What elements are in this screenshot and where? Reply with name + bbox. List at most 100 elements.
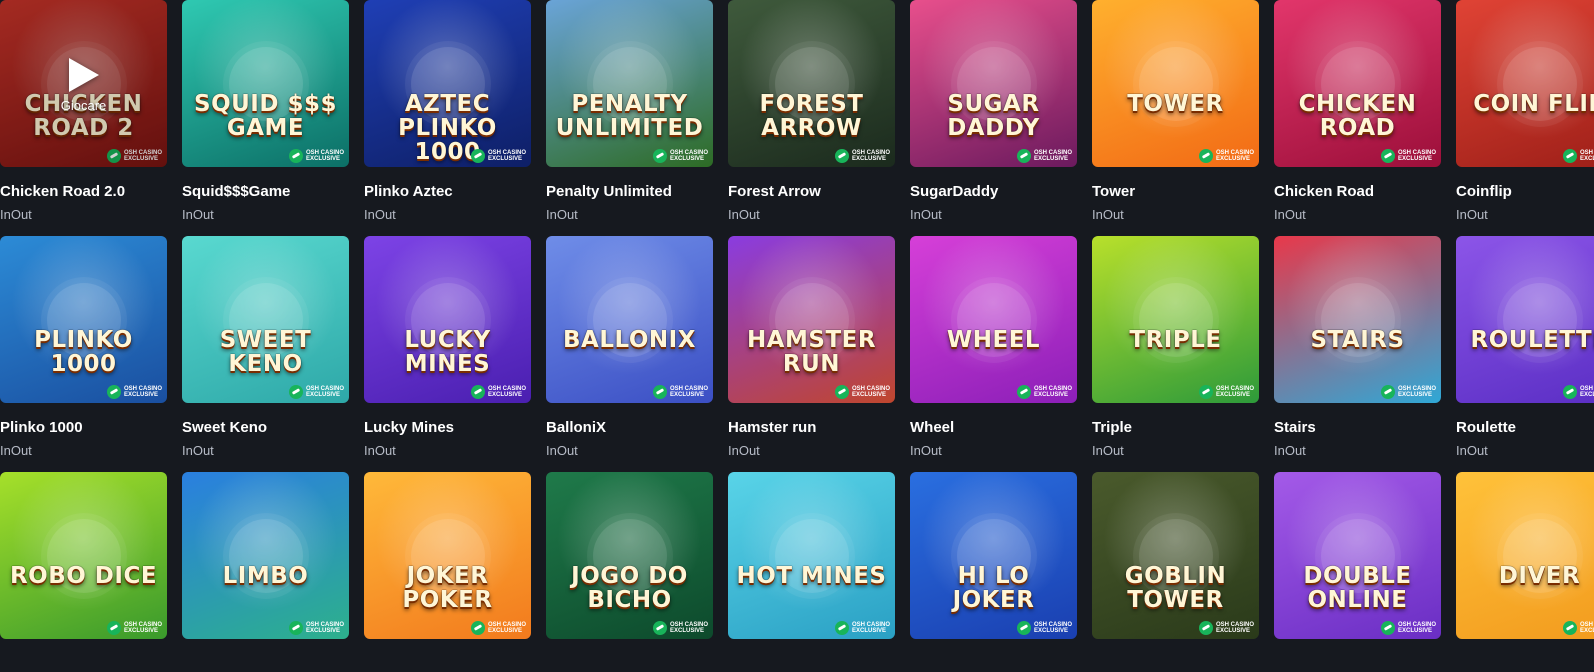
game-title[interactable]: Coinflip <box>1456 183 1594 201</box>
game-thumbnail[interactable]: Triple OSH CASINO EXCLUSIVE <box>1092 236 1259 403</box>
badge-label: OSH CASINO EXCLUSIVE <box>1579 386 1594 398</box>
game-logo-text: Tower <box>1127 91 1224 117</box>
game-thumbnail[interactable]: Tower OSH CASINO EXCLUSIVE <box>1092 0 1259 167</box>
game-card[interactable]: Forest Arrow OSH CASINO EXCLUSIVE Forest A… <box>728 0 895 222</box>
game-thumbnail[interactable]: Hot Mines OSH CASINO EXCLUSIVE <box>728 472 895 639</box>
game-card[interactable]: Coin Flip OSH CASINO EXCLUSIVE Coinflip InO… <box>1456 0 1594 222</box>
exclusive-badge: OSH CASINO EXCLUSIVE <box>288 149 344 163</box>
game-title[interactable]: Stairs <box>1274 419 1441 437</box>
game-card[interactable]: Double Online OSH CASINO EXCLUSIVE <box>1274 472 1441 655</box>
game-card[interactable]: Robo Dice OSH CASINO EXCLUSIVE <box>0 472 167 655</box>
game-thumbnail[interactable]: Sugar Daddy OSH CASINO EXCLUSIVE <box>910 0 1077 167</box>
osh-casino-icon <box>834 385 849 399</box>
game-card[interactable]: Sweet Keno OSH CASINO EXCLUSIVE Sweet Keno… <box>182 236 349 458</box>
exclusive-badge: OSH CASINO EXCLUSIVE <box>1016 385 1072 399</box>
game-thumbnail[interactable]: Chicken Road OSH CASINO EXCLUSIVE <box>1274 0 1441 167</box>
game-title[interactable]: Wheel <box>910 419 1077 437</box>
game-logo-text: Jogo do Bicho <box>571 563 688 613</box>
game-title[interactable]: Roulette <box>1456 419 1594 437</box>
game-title[interactable]: Lucky Mines <box>364 419 531 437</box>
game-card[interactable]: Goblin Tower OSH CASINO EXCLUSIVE <box>1092 472 1259 655</box>
exclusive-badge: OSH CASINO EXCLUSIVE <box>470 385 526 399</box>
game-thumbnail[interactable]: Ballonix OSH CASINO EXCLUSIVE <box>546 236 713 403</box>
game-thumbnail[interactable]: Limbo OSH CASINO EXCLUSIVE <box>182 472 349 639</box>
badge-label: OSH CASINO EXCLUSIVE <box>1215 150 1254 162</box>
game-card[interactable]: Sugar Daddy OSH CASINO EXCLUSIVE SugarDadd… <box>910 0 1077 222</box>
osh-casino-icon <box>652 385 667 399</box>
game-title[interactable]: Triple <box>1092 419 1259 437</box>
game-thumbnail[interactable]: Diver OSH CASINO EXCLUSIVE <box>1456 472 1594 639</box>
badge-label: OSH CASINO EXCLUSIVE <box>1397 386 1436 398</box>
game-thumbnail[interactable]: Hi Lo Joker OSH CASINO EXCLUSIVE <box>910 472 1077 639</box>
game-thumbnail[interactable]: Jogo do Bicho OSH CASINO EXCLUSIVE <box>546 472 713 639</box>
game-thumbnail[interactable]: Double Online OSH CASINO EXCLUSIVE <box>1274 472 1441 639</box>
game-thumbnail[interactable]: Joker Poker OSH CASINO EXCLUSIVE <box>364 472 531 639</box>
badge-label: OSH CASINO EXCLUSIVE <box>1215 386 1254 398</box>
game-card[interactable]: Hot Mines OSH CASINO EXCLUSIVE <box>728 472 895 655</box>
game-card[interactable]: Stairs OSH CASINO EXCLUSIVE Stairs InOut <box>1274 236 1441 458</box>
game-card[interactable]: Plinko 1000 OSH CASINO EXCLUSIVE Plinko 10… <box>0 236 167 458</box>
game-thumbnail[interactable]: Chicken Road 2 OSH CASINO EXCLUSIVE Giocar… <box>0 0 167 167</box>
play-label[interactable]: Giocare <box>61 98 107 113</box>
badge-label: OSH CASINO EXCLUSIVE <box>1579 150 1594 162</box>
game-thumbnail[interactable]: Aztec Plinko 1000 OSH CASINO EXCLUSIVE <box>364 0 531 167</box>
game-card[interactable]: Jogo do Bicho OSH CASINO EXCLUSIVE <box>546 472 713 655</box>
game-card[interactable]: Chicken Road OSH CASINO EXCLUSIVE Chicken … <box>1274 0 1441 222</box>
game-card[interactable]: Lucky Mines OSH CASINO EXCLUSIVE Lucky Min… <box>364 236 531 458</box>
game-title[interactable]: Forest Arrow <box>728 183 895 201</box>
game-thumbnail[interactable]: Sweet Keno OSH CASINO EXCLUSIVE <box>182 236 349 403</box>
game-provider: InOut <box>546 443 578 458</box>
game-title[interactable]: Chicken Road <box>1274 183 1441 201</box>
game-thumbnail[interactable]: Robo Dice OSH CASINO EXCLUSIVE <box>0 472 167 639</box>
game-thumbnail[interactable]: Lucky Mines OSH CASINO EXCLUSIVE <box>364 236 531 403</box>
badge-label: OSH CASINO EXCLUSIVE <box>1215 622 1254 634</box>
exclusive-badge: OSH CASINO EXCLUSIVE <box>288 621 344 635</box>
game-card[interactable]: Wheel OSH CASINO EXCLUSIVE Wheel InOut <box>910 236 1077 458</box>
game-logo-text: Goblin Tower <box>1124 563 1227 613</box>
play-icon[interactable] <box>68 58 99 92</box>
game-thumbnail[interactable]: Roulette OSH CASINO EXCLUSIVE <box>1456 236 1594 403</box>
game-card[interactable]: Aztec Plinko 1000 OSH CASINO EXCLUSIVE Pli… <box>364 0 531 222</box>
game-card[interactable]: Hi Lo Joker OSH CASINO EXCLUSIVE <box>910 472 1077 655</box>
badge-label: OSH CASINO EXCLUSIVE <box>305 622 344 634</box>
game-card[interactable]: Chicken Road 2 OSH CASINO EXCLUSIVE Giocar… <box>0 0 167 222</box>
game-title[interactable]: SugarDaddy <box>910 183 1077 201</box>
exclusive-badge: OSH CASINO EXCLUSIVE <box>652 621 708 635</box>
game-thumbnail[interactable]: Penalty Unlimited OSH CASINO EXCLUSIVE <box>546 0 713 167</box>
osh-casino-icon <box>1016 621 1031 635</box>
game-thumbnail[interactable]: Wheel OSH CASINO EXCLUSIVE <box>910 236 1077 403</box>
osh-casino-icon <box>1380 621 1395 635</box>
game-title[interactable]: Penalty Unlimited <box>546 183 713 201</box>
game-card[interactable]: Ballonix OSH CASINO EXCLUSIVE BalloniX InOu… <box>546 236 713 458</box>
game-card[interactable]: Diver OSH CASINO EXCLUSIVE <box>1456 472 1594 655</box>
game-title[interactable]: Chicken Road 2.0 <box>0 183 167 201</box>
game-title[interactable]: Plinko Aztec <box>364 183 531 201</box>
game-card[interactable]: Triple OSH CASINO EXCLUSIVE Triple InOut <box>1092 236 1259 458</box>
exclusive-badge: OSH CASINO EXCLUSIVE <box>470 621 526 635</box>
badge-label: OSH CASINO EXCLUSIVE <box>487 150 526 162</box>
game-title[interactable]: Squid$$$Game <box>182 183 349 201</box>
game-thumbnail[interactable]: Stairs OSH CASINO EXCLUSIVE <box>1274 236 1441 403</box>
exclusive-badge: OSH CASINO EXCLUSIVE <box>1380 621 1436 635</box>
game-thumbnail[interactable]: Squid $$$ Game OSH CASINO EXCLUSIVE <box>182 0 349 167</box>
game-card[interactable]: Penalty Unlimited OSH CASINO EXCLUSIVE Pen… <box>546 0 713 222</box>
game-card[interactable]: Tower OSH CASINO EXCLUSIVE Tower InOut <box>1092 0 1259 222</box>
game-card[interactable]: Roulette OSH CASINO EXCLUSIVE Roulette InOu… <box>1456 236 1594 458</box>
game-title[interactable]: Tower <box>1092 183 1259 201</box>
game-title[interactable]: Hamster run <box>728 419 895 437</box>
game-title[interactable]: BalloniX <box>546 419 713 437</box>
game-card[interactable]: Hamster Run OSH CASINO EXCLUSIVE Hamster r… <box>728 236 895 458</box>
game-thumbnail[interactable]: Coin Flip OSH CASINO EXCLUSIVE <box>1456 0 1594 167</box>
game-logo-text: Hi Lo Joker <box>952 563 1035 613</box>
game-thumbnail[interactable]: Goblin Tower OSH CASINO EXCLUSIVE <box>1092 472 1259 639</box>
game-title[interactable]: Plinko 1000 <box>0 419 167 437</box>
osh-casino-icon <box>834 149 849 163</box>
game-thumbnail[interactable]: Forest Arrow OSH CASINO EXCLUSIVE <box>728 0 895 167</box>
game-card[interactable]: Joker Poker OSH CASINO EXCLUSIVE <box>364 472 531 655</box>
game-card[interactable]: Squid $$$ Game OSH CASINO EXCLUSIVE Squid$… <box>182 0 349 222</box>
play-overlay[interactable]: Giocare <box>0 0 167 167</box>
game-thumbnail[interactable]: Plinko 1000 OSH CASINO EXCLUSIVE <box>0 236 167 403</box>
game-title[interactable]: Sweet Keno <box>182 419 349 437</box>
game-card[interactable]: Limbo OSH CASINO EXCLUSIVE <box>182 472 349 655</box>
game-thumbnail[interactable]: Hamster Run OSH CASINO EXCLUSIVE <box>728 236 895 403</box>
